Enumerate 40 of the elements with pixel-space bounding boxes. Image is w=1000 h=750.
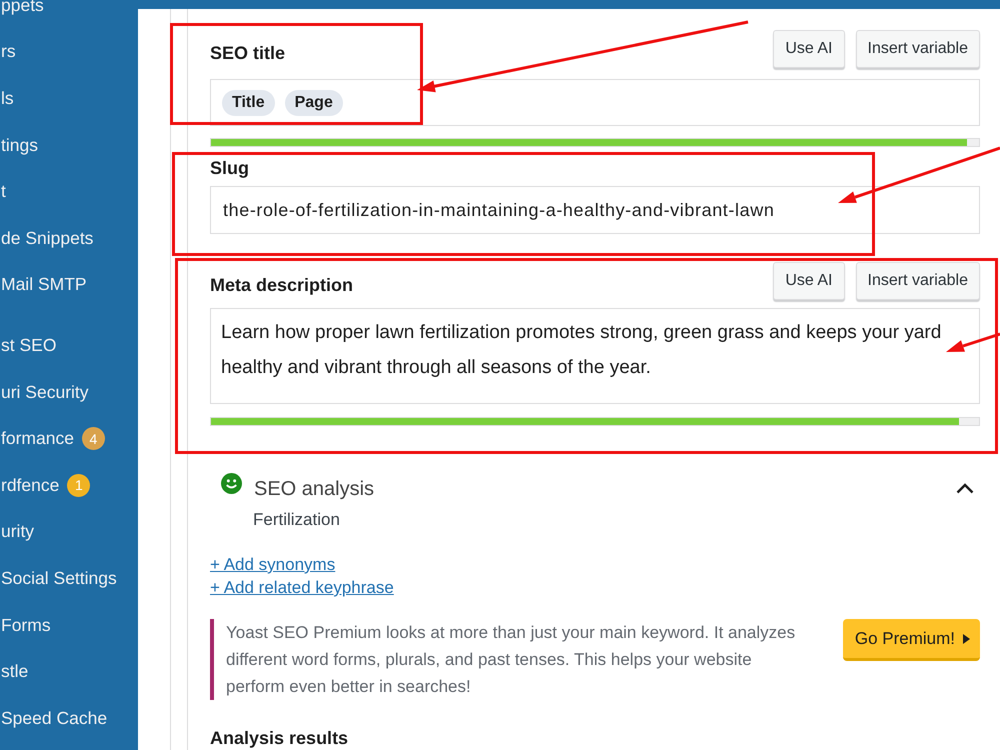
chevron-up-icon[interactable] — [956, 483, 974, 494]
smiley-icon — [221, 473, 242, 494]
add-related-keyphrase-link[interactable]: + Add related keyphrase — [210, 576, 394, 599]
slug-field[interactable]: the-role-of-fertilization-in-maintaining-a-healthy-and-vibrant-lawn — [210, 186, 980, 234]
caret-icon — [963, 634, 970, 644]
field-label: Slug — [210, 158, 249, 178]
use-ai-button[interactable]: Use AI — [773, 262, 844, 300]
focus-keyphrase: Fertilization — [253, 509, 340, 531]
premium-notice: Yoast SEO Premium looks at more than just your main keyword. It analyzes different word forms, plurals, and past tenses. This helps your website perform even better in searches! — [210, 619, 812, 700]
section-heading: Analysis results — [210, 728, 348, 748]
add-synonyms-link[interactable]: + Add synonyms — [210, 553, 336, 576]
insert-variable-button[interactable]: Insert variable — [856, 262, 980, 300]
insert-variable-button[interactable]: Insert variable — [856, 30, 980, 68]
sidebar-menu-item[interactable]: stle — [0, 648, 28, 695]
notification-badge: 4 — [82, 427, 105, 450]
sidebar-menu-item[interactable]: tings — [0, 122, 38, 168]
field-label: Meta description — [210, 275, 354, 297]
sidebar-menu-item[interactable]: de Snippets — [0, 214, 94, 262]
sidebar-menu-item[interactable]: Mail SMTP — [0, 262, 87, 308]
sidebar-menu-item[interactable]: Social Settings — [0, 555, 117, 602]
sidebar-menu-item[interactable]: formance 4 — [0, 415, 105, 462]
section-title: SEO analysis — [254, 477, 374, 501]
sidebar-menu-item[interactable]: uri Security — [0, 368, 89, 416]
sidebar-menu-item[interactable]: urity — [0, 508, 34, 556]
sidebar-menu-item[interactable]: Forms — [0, 602, 51, 648]
annotation-arrow — [946, 332, 1000, 352]
sidebar-menu-item[interactable]: st SEO — [0, 322, 56, 369]
use-ai-button[interactable]: Use AI — [773, 30, 844, 68]
seo-title-field[interactable]: Title Page — [210, 79, 980, 126]
notification-badge: 1 — [67, 474, 90, 497]
sidebar-menu-item[interactable]: rdfence 1 — [0, 462, 90, 509]
field-label: SEO title — [210, 43, 286, 65]
go-premium-button[interactable]: Go Premium! — [842, 619, 980, 661]
variable-tag: Page — [284, 90, 343, 116]
sidebar-menu-item[interactable]: ls — [0, 75, 14, 122]
sidebar-menu-item[interactable]: t — [0, 168, 6, 215]
variable-tag: Title — [222, 90, 275, 116]
meta-description-field[interactable]: Learn how proper lawn fertilization promotes strong, green grass and keeps your yard healthy and vibrant through all seasons of the year. — [210, 308, 980, 404]
sidebar-menu-item[interactable]: Speed Cache — [0, 694, 108, 742]
sidebar-menu-item[interactable]: rs — [0, 28, 16, 76]
